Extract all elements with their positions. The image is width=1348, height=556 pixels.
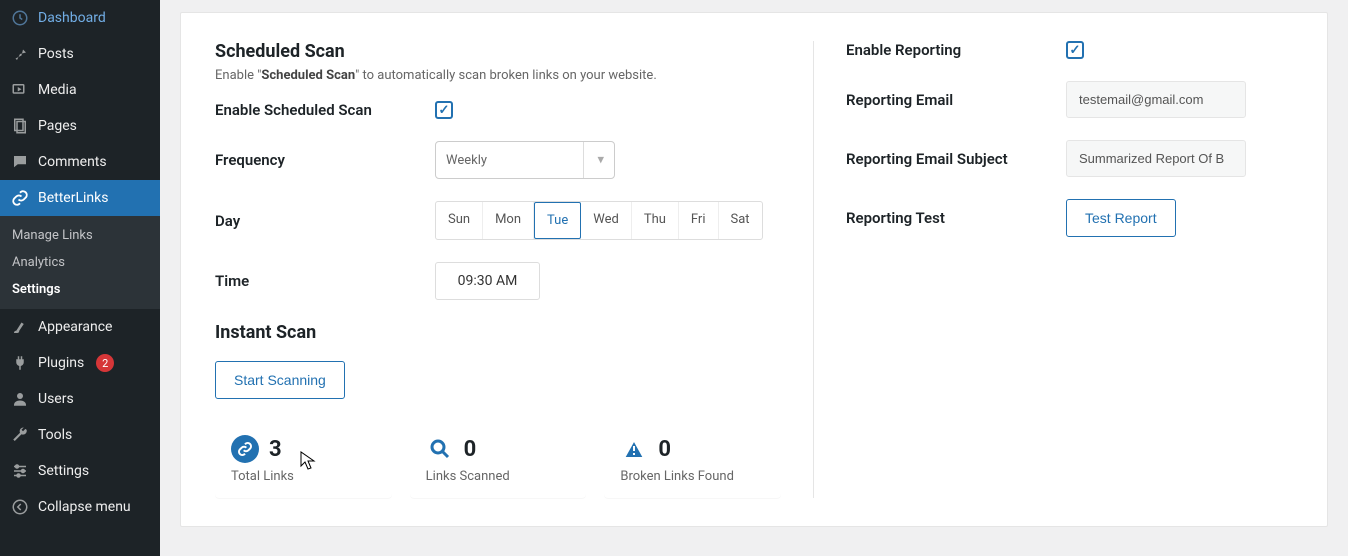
row-enable-scheduled-scan: Enable Scheduled Scan [215,101,781,119]
sliders-icon [10,461,30,481]
link-icon [10,188,30,208]
row-day: Day Sun Mon Tue Wed Thu Fri Sat [215,201,781,240]
reporting-subject-input[interactable] [1066,140,1246,177]
time-input[interactable]: 09:30 AM [435,262,540,300]
scheduled-scan-heading: Scheduled Scan [215,41,781,62]
sidebar-label: Tools [38,427,72,443]
stat-value: 3 [269,437,282,462]
sidebar-label: Pages [38,118,77,134]
sidebar-label: Settings [38,463,89,479]
day-sat[interactable]: Sat [719,202,762,239]
sidebar-item-plugins[interactable]: Plugins 2 [0,345,160,381]
sidebar-submenu: Manage Links Analytics Settings [0,216,160,309]
sidebar-item-pages[interactable]: Pages [0,108,160,144]
sidebar-item-dashboard[interactable]: Dashboard [0,0,160,36]
sidebar-item-comments[interactable]: Comments [0,144,160,180]
day-fri[interactable]: Fri [679,202,719,239]
day-thu[interactable]: Thu [632,202,679,239]
day-mon[interactable]: Mon [483,202,534,239]
row-frequency: Frequency Weekly ▾ [215,141,781,179]
sidebar-label: Dashboard [38,10,106,26]
subitem-manage-links[interactable]: Manage Links [0,222,160,249]
collapse-icon [10,497,30,517]
reporting-email-input[interactable] [1066,81,1246,118]
search-icon [426,435,454,463]
sidebar-label: Users [38,391,74,407]
sidebar-item-tools[interactable]: Tools [0,417,160,453]
stat-label: Links Scanned [426,469,571,484]
sidebar-label: Comments [38,154,107,170]
sidebar-label: BetterLinks [38,190,108,206]
sidebar-item-betterlinks[interactable]: BetterLinks [0,180,160,216]
sidebar-item-users[interactable]: Users [0,381,160,417]
frequency-select[interactable]: Weekly ▾ [435,141,615,179]
start-scanning-button[interactable]: Start Scanning [215,361,345,399]
stat-value: 0 [658,437,671,462]
day-tue[interactable]: Tue [534,202,581,239]
frequency-label: Frequency [215,151,435,169]
row-enable-reporting: Enable Reporting [846,41,1293,59]
sidebar-item-collapse[interactable]: Collapse menu [0,489,160,525]
sidebar-label: Plugins [38,355,84,371]
sidebar-item-appearance[interactable]: Appearance [0,309,160,345]
row-reporting-subject: Reporting Email Subject [846,140,1293,177]
subitem-analytics[interactable]: Analytics [0,249,160,276]
day-sun[interactable]: Sun [436,202,483,239]
right-column: Enable Reporting Reporting Email Reporti… [813,41,1293,498]
scheduled-scan-description: Enable "Scheduled Scan" to automatically… [215,68,781,83]
user-icon [10,389,30,409]
sidebar-label: Posts [38,46,74,62]
reporting-subject-label: Reporting Email Subject [846,150,1066,168]
wrench-icon [10,425,30,445]
stat-broken-links: 0 Broken Links Found [604,421,781,498]
media-icon [10,80,30,100]
enable-reporting-checkbox[interactable] [1066,41,1084,59]
content-area: Scheduled Scan Enable "Scheduled Scan" t… [160,0,1348,556]
row-reporting-email: Reporting Email [846,81,1293,118]
plug-icon [10,353,30,373]
reporting-test-label: Reporting Test [846,209,1066,227]
plugins-badge: 2 [96,354,114,372]
admin-sidebar: Dashboard Posts Media Pages Comments Bet… [0,0,160,556]
comments-icon [10,152,30,172]
test-report-button[interactable]: Test Report [1066,199,1176,237]
left-column: Scheduled Scan Enable "Scheduled Scan" t… [215,41,813,498]
pages-icon [10,116,30,136]
stats-row: 3 Total Links 0 Links Scanned 0 [215,421,781,498]
warning-icon [620,435,648,463]
reporting-email-label: Reporting Email [846,91,1066,109]
enable-scheduled-scan-label: Enable Scheduled Scan [215,101,435,119]
subitem-settings[interactable]: Settings [0,276,160,303]
enable-reporting-label: Enable Reporting [846,41,1066,59]
stat-links-scanned: 0 Links Scanned [410,421,587,498]
link-icon [231,435,259,463]
chevron-down-icon: ▾ [597,153,604,168]
enable-scheduled-scan-checkbox[interactable] [435,101,453,119]
stat-value: 0 [464,437,477,462]
brush-icon [10,317,30,337]
pin-icon [10,44,30,64]
row-time: Time 09:30 AM [215,262,781,300]
stat-label: Total Links [231,469,376,484]
sidebar-item-media[interactable]: Media [0,72,160,108]
time-label: Time [215,272,435,290]
dashboard-icon [10,8,30,28]
instant-scan-heading: Instant Scan [215,322,781,343]
stat-label: Broken Links Found [620,469,765,484]
sidebar-item-posts[interactable]: Posts [0,36,160,72]
day-selector: Sun Mon Tue Wed Thu Fri Sat [435,201,763,240]
sidebar-label: Collapse menu [38,499,131,515]
row-reporting-test: Reporting Test Test Report [846,199,1293,237]
day-label: Day [215,212,435,230]
sidebar-label: Appearance [38,319,112,335]
stat-total-links: 3 Total Links [215,421,392,498]
sidebar-item-settings[interactable]: Settings [0,453,160,489]
sidebar-label: Media [38,82,77,98]
frequency-value: Weekly [446,153,487,168]
settings-panel: Scheduled Scan Enable "Scheduled Scan" t… [180,12,1328,527]
day-wed[interactable]: Wed [581,202,632,239]
